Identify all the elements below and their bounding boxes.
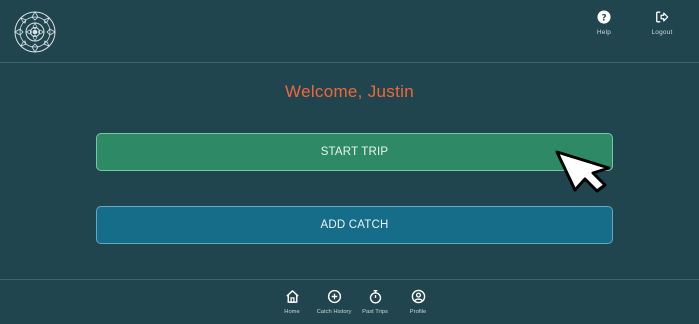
user-circle-icon: [411, 289, 425, 304]
stopwatch-icon: [369, 289, 381, 304]
top-header: ? Help Logout: [0, 0, 699, 63]
help-button[interactable]: ? Help: [579, 10, 629, 36]
nav-item-past-trips[interactable]: Past Trips: [357, 289, 393, 316]
bottom-navigation: Home Catch History Past Trips Profile: [0, 279, 699, 324]
nav-item-catch-history[interactable]: Catch History: [316, 289, 352, 316]
add-catch-button[interactable]: ADD CATCH: [96, 206, 613, 244]
nav-label-past-trips: Past Trips: [362, 309, 388, 315]
logout-label: Logout: [651, 29, 673, 36]
welcome-heading: Welcome, Justin: [285, 82, 414, 101]
mandala-logo-icon[interactable]: [12, 9, 58, 55]
logout-icon: [656, 11, 669, 23]
nav-label-profile: Profile: [409, 309, 427, 315]
help-icon: ?: [597, 10, 611, 24]
home-icon: [285, 290, 299, 303]
mouse-pointer-icon: [555, 150, 611, 193]
help-label: Help: [596, 29, 612, 36]
app-screen: ? Help Logout Welcome, Justin START TRIP…: [0, 0, 699, 324]
nav-label-catch-history: Catch History: [316, 309, 352, 315]
nav-item-home[interactable]: Home: [274, 289, 310, 316]
start-trip-button[interactable]: START TRIP: [96, 133, 613, 171]
nav-label-home: Home: [284, 309, 300, 315]
svg-text:?: ?: [601, 14, 606, 24]
nav-item-profile[interactable]: Profile: [400, 289, 436, 316]
logout-button[interactable]: Logout: [637, 10, 687, 36]
plus-circle-icon: [327, 289, 341, 304]
